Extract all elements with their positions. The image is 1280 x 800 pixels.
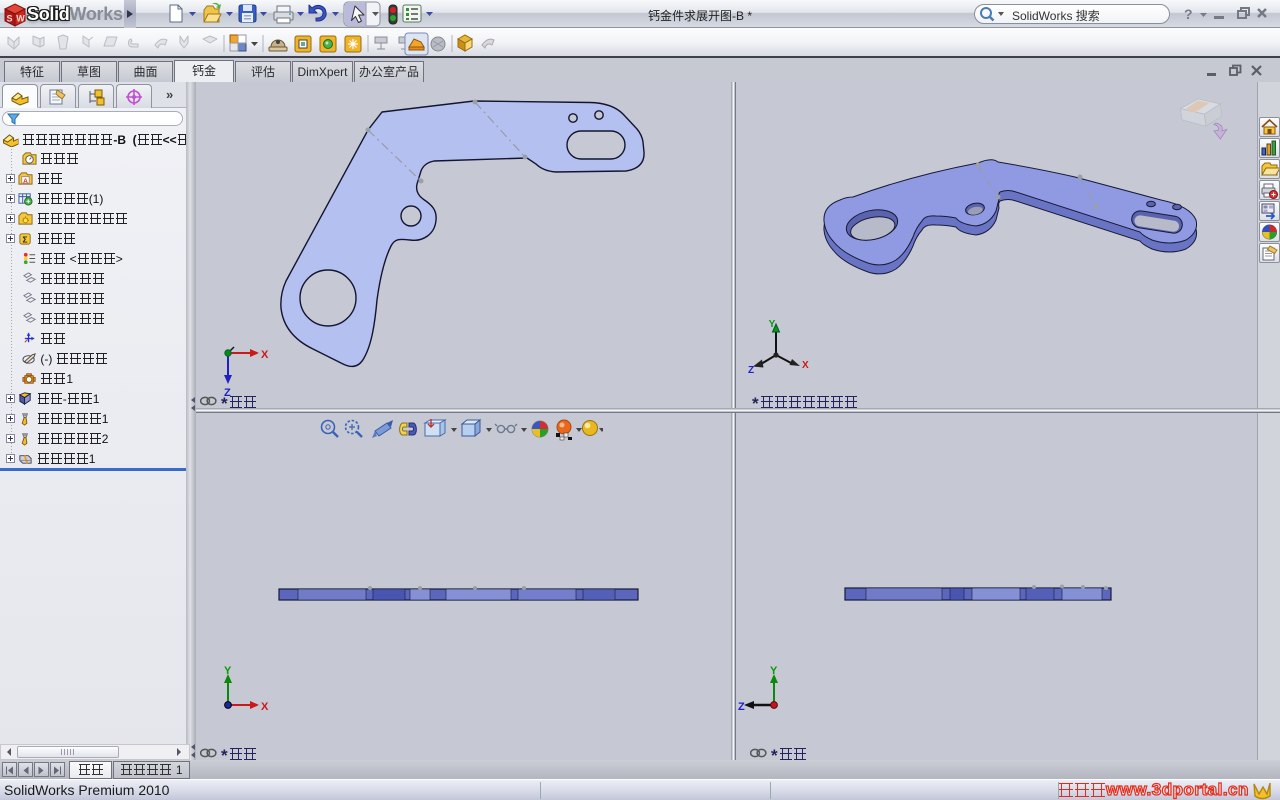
svg-text:Y: Y bbox=[770, 665, 778, 677]
svg-text:S: S bbox=[6, 14, 12, 24]
svg-text:W: W bbox=[16, 14, 25, 24]
svg-text:X: X bbox=[261, 349, 269, 361]
svg-text:Z: Z bbox=[748, 365, 754, 376]
svg-text:X: X bbox=[802, 360, 809, 371]
svg-text:Y: Y bbox=[769, 319, 776, 330]
svg-text:Z: Z bbox=[738, 701, 745, 713]
svg-text:Y: Y bbox=[224, 665, 232, 677]
svg-text:X: X bbox=[261, 701, 269, 713]
